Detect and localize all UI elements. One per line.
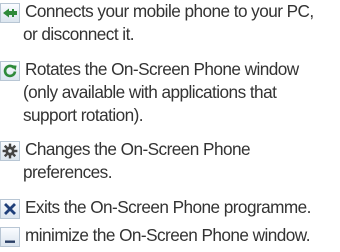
item-line: or disconnect it.: [23, 24, 135, 44]
item-text: Rotates the On-Screen Phone window: [0, 58, 340, 81]
item-text: Changes the On-Screen Phone: [0, 138, 340, 161]
item-line: support rotation).: [23, 105, 144, 125]
item-line: Exits the On-Screen Phone programme.: [25, 197, 311, 217]
item-text: preferences.: [0, 161, 340, 184]
item-line: Connects your mobile phone to your PC,: [25, 1, 314, 21]
item-text: or disconnect it.: [0, 23, 340, 46]
item-text: (only available with applications that s…: [0, 81, 340, 127]
item-line: minimize the On-Screen Phone window.: [25, 225, 311, 245]
item-text: minimize the On-Screen Phone window.: [0, 224, 340, 247]
connect-icon[interactable]: [0, 3, 20, 23]
minimize-icon[interactable]: [0, 227, 20, 247]
item-text: Connects your mobile phone to your PC,: [0, 0, 340, 23]
item-line: Rotates the On-Screen Phone window: [25, 59, 299, 79]
rotate-icon[interactable]: [0, 61, 20, 81]
item-line: Changes the On-Screen Phone: [25, 139, 251, 159]
close-icon[interactable]: [0, 199, 20, 219]
gear-icon[interactable]: [0, 141, 20, 161]
item-line: preferences.: [23, 162, 113, 182]
item-line: (only available with applications that: [23, 82, 277, 102]
list-item: Connects your mobile phone to your PC, o…: [0, 0, 340, 46]
list-item: Rotates the On-Screen Phone window (only…: [0, 58, 340, 127]
list-item: Exits the On-Screen Phone programme.: [0, 196, 340, 219]
list-item: minimize the On-Screen Phone window.: [0, 224, 340, 247]
list-item: Changes the On-Screen Phone preferences.: [0, 138, 340, 184]
item-text: Exits the On-Screen Phone programme.: [0, 196, 340, 219]
